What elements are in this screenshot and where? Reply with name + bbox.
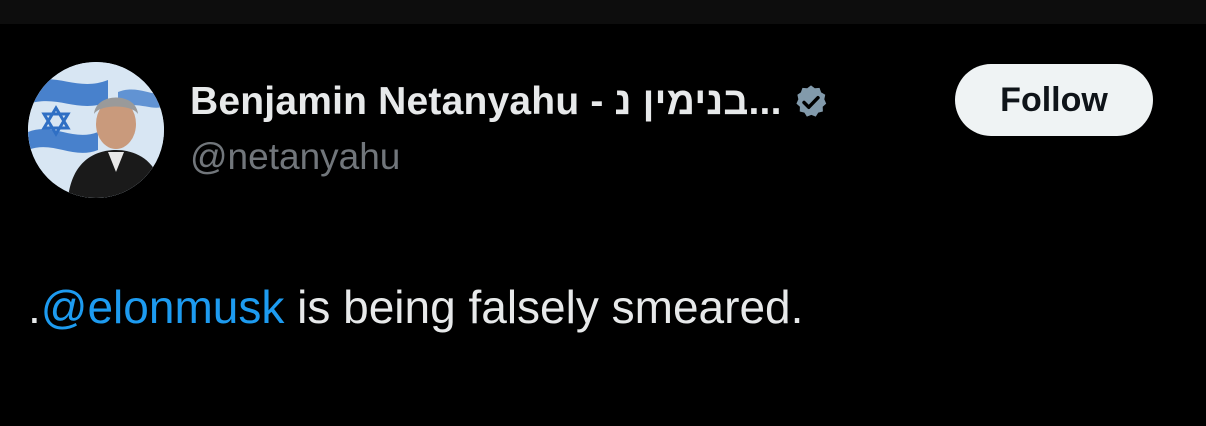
author-display-name[interactable]: Benjamin Netanyahu - בנימין נ... bbox=[190, 80, 782, 124]
author-handle[interactable]: @netanyahu bbox=[190, 136, 400, 178]
top-bar bbox=[0, 0, 1206, 24]
avatar-image bbox=[28, 62, 164, 198]
tweet-text-prefix: . bbox=[28, 281, 41, 333]
follow-button[interactable]: Follow bbox=[955, 64, 1153, 136]
verified-badge-icon bbox=[792, 83, 830, 121]
mention-link[interactable]: @elonmusk bbox=[41, 281, 285, 333]
tweet-card: Benjamin Netanyahu - בנימין נ... @netany… bbox=[0, 24, 1206, 426]
tweet-text-body: is being falsely smeared. bbox=[284, 281, 804, 333]
tweet-text: .@elonmusk is being falsely smeared. bbox=[28, 280, 803, 334]
avatar[interactable] bbox=[28, 62, 164, 198]
author-name-row[interactable]: Benjamin Netanyahu - בנימין נ... bbox=[190, 78, 830, 126]
